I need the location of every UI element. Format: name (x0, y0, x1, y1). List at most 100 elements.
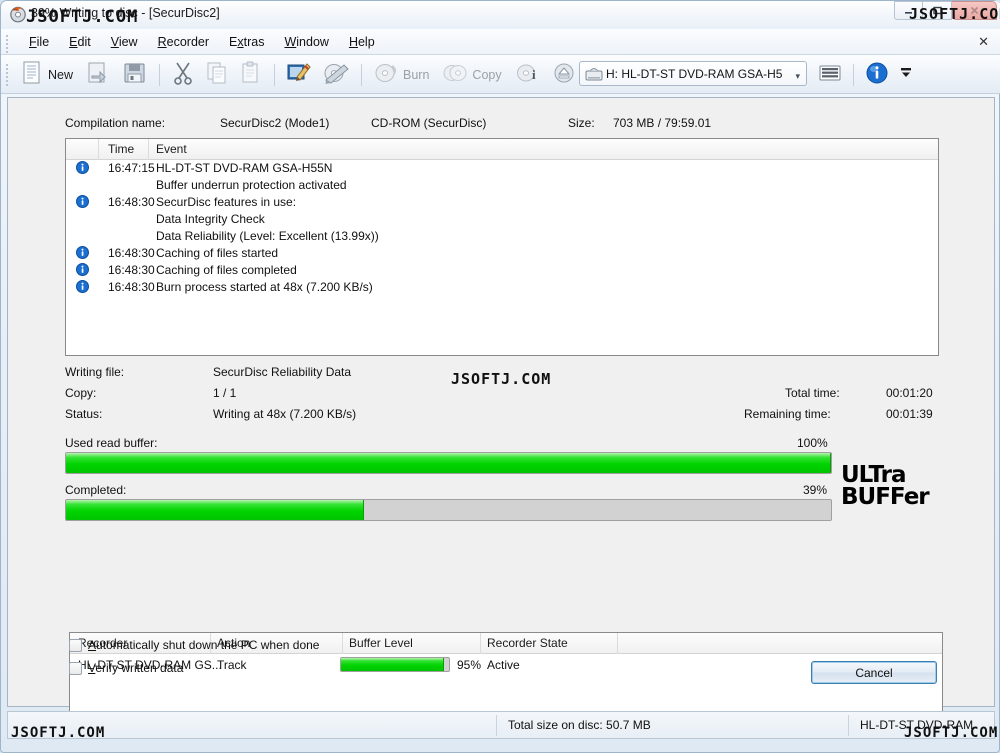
buffer-level-progressbar (340, 657, 450, 672)
compilation-name-label: Compilation name: (65, 116, 166, 130)
recorder-cell-state: Active (487, 658, 520, 672)
cut-button[interactable] (167, 59, 199, 91)
menu-help[interactable]: Help (339, 32, 385, 52)
menu-view[interactable]: View (101, 32, 148, 52)
verify-data-label: Verify written data (88, 661, 183, 675)
drive-icon (585, 66, 603, 86)
menu-items: File Edit View Recorder Extras Window He… (19, 29, 385, 55)
recorder-col-buffer[interactable]: Buffer Level (349, 636, 413, 650)
recorder-col-state[interactable]: Recorder State (487, 636, 568, 650)
burn-button[interactable]: Burn (369, 59, 436, 91)
compilation-name-value: SecurDisc2 (Mode1) (220, 116, 330, 130)
menu-file[interactable]: File (19, 32, 59, 52)
menu-extras[interactable]: Extras (219, 32, 274, 52)
eject-button[interactable] (547, 59, 581, 91)
info-icon (76, 263, 89, 279)
toolbar-buttons-right (813, 55, 918, 94)
event-row[interactable]: Data Integrity Check (66, 211, 938, 228)
window-caption-buttons (894, 1, 997, 20)
menu-recorder-post: ecorder (166, 35, 210, 49)
cancel-button[interactable]: Cancel (811, 661, 937, 684)
read-buffer-percent: 100% (797, 436, 828, 450)
copy-disc-button[interactable]: Copy (438, 59, 508, 91)
event-row[interactable]: 16:48:30 SecurDisc features in use: (66, 194, 938, 211)
auto-shutdown-checkbox[interactable] (69, 638, 82, 652)
close-button[interactable] (952, 1, 997, 20)
event-row[interactable]: 16:47:15 HL-DT-ST DVD-RAM GSA-H55N (66, 160, 938, 177)
info-icon (76, 161, 89, 177)
save-button[interactable] (118, 59, 152, 91)
new-button[interactable]: New (16, 59, 80, 91)
event-col-sep-1 (148, 139, 149, 160)
verify-data-label-post: erify written data (95, 661, 184, 675)
writing-file-value: SecurDisc Reliability Data (213, 365, 352, 379)
info-icon (865, 61, 889, 88)
event-text: Caching of files completed (156, 263, 297, 277)
paste-button[interactable] (235, 59, 267, 91)
buffer-level-percent: 95% (457, 658, 482, 672)
writing-file-label: Writing file: (65, 365, 125, 379)
event-text: Data Integrity Check (156, 212, 265, 226)
disc-info-button[interactable]: i (511, 59, 545, 91)
open-compilation-button[interactable] (82, 59, 116, 91)
mdi-client-area: Compilation name: SecurDisc2 (Mode1) CD-… (7, 97, 995, 720)
event-text: Data Reliability (Level: Excellent (13.9… (156, 229, 379, 243)
remaining-time-value: 00:01:39 (886, 407, 933, 421)
recorder-select-combobox[interactable]: H: HL-DT-ST DVD-RAM GSA-H55N ▾ (579, 61, 807, 86)
event-row[interactable]: 16:48:30 Burn process started at 48x (7.… (66, 279, 938, 296)
remaining-time-label: Remaining time: (744, 407, 831, 421)
menu-window[interactable]: Window (274, 32, 338, 52)
event-col-sep-0 (98, 139, 99, 160)
copy-clipboard-button[interactable] (201, 59, 233, 91)
menu-window-post: indow (296, 35, 329, 49)
menu-help-post: elp (357, 35, 375, 49)
read-buffer-progress-fill (66, 453, 831, 473)
event-row[interactable]: 16:48:30 Caching of files completed (66, 262, 938, 279)
info-button[interactable] (861, 59, 893, 91)
window-title: 39% Writing to disc - [SecurDisc2] (31, 6, 220, 20)
maximize-button[interactable] (923, 1, 952, 20)
buffer-level-progress-fill (341, 658, 444, 671)
erase-disc-button[interactable] (318, 59, 354, 91)
mdi-child-close-icon[interactable]: ✕ (978, 34, 989, 50)
menu-view-accel: V (110, 35, 119, 49)
disc-type-value: CD-ROM (SecurDisc) (371, 116, 487, 130)
chevron-down-icon[interactable]: ▾ (795, 71, 800, 82)
toolbar-separator-5 (853, 63, 854, 86)
view-toggle-button[interactable] (814, 59, 846, 91)
disc-info-icon: i (515, 60, 541, 89)
cut-icon (171, 60, 195, 89)
completed-progressbar (65, 499, 832, 521)
menu-edit[interactable]: Edit (59, 32, 101, 52)
completed-label: Completed: (65, 483, 127, 497)
nero-app-icon (9, 5, 27, 23)
minimize-button[interactable] (894, 1, 923, 20)
event-row[interactable]: Buffer underrun protection activated (66, 177, 938, 194)
compilation-info-strip: Compilation name: SecurDisc2 (Mode1) CD-… (8, 98, 994, 134)
cover-designer-button[interactable] (282, 59, 316, 91)
event-text: Caching of files started (156, 246, 279, 260)
event-row[interactable]: Data Reliability (Level: Excellent (13.9… (66, 228, 938, 245)
menu-grip-handle[interactable] (6, 35, 10, 53)
auto-shutdown-label-post: utomatically shut down the PC when done (96, 638, 320, 652)
event-log-rows: 16:47:15 HL-DT-ST DVD-RAM GSA-H55N Buffe… (66, 160, 938, 296)
toolbar-overflow-button[interactable] (895, 59, 917, 91)
statusbar-recorder-name: HL-DT-ST DVD-RAM (860, 718, 974, 732)
event-row[interactable]: 16:48:30 Caching of files started (66, 245, 938, 262)
menu-recorder[interactable]: Recorder (148, 32, 219, 52)
recorder-select-value: H: HL-DT-ST DVD-RAM GSA-H55N (606, 66, 782, 81)
toolbar-grip-handle[interactable] (6, 64, 10, 88)
total-time-value: 00:01:20 (886, 386, 933, 400)
save-icon (122, 60, 148, 89)
verify-data-checkbox[interactable] (69, 661, 82, 675)
auto-shutdown-checkbox-row[interactable]: Automatically shut down the PC when done (69, 638, 319, 652)
new-document-icon (20, 60, 44, 89)
view-toggle-icon (818, 63, 842, 86)
main-toolbar: New Burn Copy i H: HL-DT-ST DVD-RAM GSA-… (1, 55, 1000, 94)
event-col-event[interactable]: Event (156, 142, 187, 156)
event-log-list[interactable]: Time Event 16:47:15 HL-DT-ST DVD-RAM GSA… (65, 138, 939, 356)
verify-data-checkbox-row[interactable]: Verify written data (69, 661, 183, 675)
completed-percent: 39% (803, 483, 828, 497)
menu-recorder-accel: R (157, 35, 167, 49)
event-col-time[interactable]: Time (108, 142, 134, 156)
